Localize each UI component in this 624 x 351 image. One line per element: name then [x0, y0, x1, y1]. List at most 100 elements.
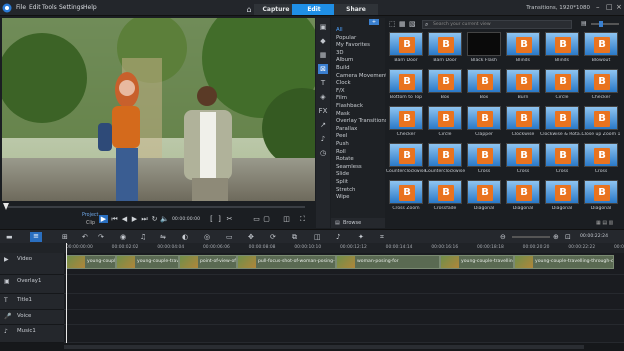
menu-tools[interactable]: Tools — [42, 4, 57, 11]
track-header[interactable]: 🎤 Voice — [0, 310, 64, 325]
transition-thumbnail[interactable]: B — [506, 143, 540, 167]
video-clip[interactable]: young-couple-travelling-thr — [440, 255, 514, 269]
category-item[interactable]: Popular — [336, 35, 356, 41]
split-screen-icon[interactable]: ◫ — [314, 233, 321, 241]
zoom-out-icon[interactable]: ⊖ — [500, 233, 506, 241]
category-item[interactable]: Roll — [336, 149, 346, 155]
filter-icon[interactable]: FX — [318, 106, 328, 116]
tracks-icon[interactable]: ⊞ — [62, 233, 68, 241]
category-item[interactable]: Mask — [336, 111, 350, 117]
import-icon[interactable]: ⬚ — [389, 20, 396, 28]
transition-thumbnail[interactable]: B — [428, 143, 462, 167]
menu-settings[interactable]: Settings — [59, 4, 84, 11]
video-clip[interactable]: young-couple-trave — [66, 255, 116, 269]
maximize-icon[interactable]: □ — [606, 3, 613, 11]
video-media-icon[interactable]: ▦ — [318, 50, 328, 60]
transition-thumbnail[interactable]: B — [428, 106, 462, 130]
minimize-icon[interactable]: – — [596, 3, 600, 11]
volume-icon[interactable]: 🔈 — [160, 215, 169, 223]
repeat-icon[interactable]: ↻ — [150, 215, 159, 223]
menu-edit[interactable]: Edit — [29, 4, 41, 11]
mixer-icon[interactable]: ♫ — [140, 233, 146, 241]
safe-zone-icon[interactable]: ▢ — [262, 215, 271, 223]
title-track-icon[interactable]: T — [4, 297, 8, 304]
category-item[interactable]: Push — [336, 141, 349, 147]
sort-icon[interactable]: ▧ — [409, 20, 416, 28]
snapshot-icon[interactable]: ◫ — [282, 215, 291, 223]
zoom-slider[interactable] — [512, 236, 550, 238]
transition-thumbnail[interactable]: B — [506, 69, 540, 93]
transition-thumbnail[interactable]: B — [584, 32, 618, 56]
timeline-view-icon[interactable]: ≡ — [30, 232, 42, 242]
category-item[interactable]: 3D — [336, 50, 344, 56]
redo-icon[interactable]: ↷ — [98, 233, 104, 241]
video-clip[interactable]: young-couple-travelling-through-city — [514, 255, 614, 269]
category-item[interactable]: Wipe — [336, 194, 349, 200]
view-icon[interactable]: ▤ — [581, 20, 587, 27]
music-track-icon[interactable]: ♪ — [4, 328, 8, 335]
track-header[interactable]: ♪ Music1 — [0, 325, 64, 343]
audio-ducking-icon[interactable]: ♪ — [336, 233, 340, 241]
fx-icon[interactable]: ✦ — [358, 233, 364, 241]
fullscreen-icon[interactable]: ⛶ — [298, 215, 307, 224]
timeline-scrollbar[interactable] — [64, 345, 584, 349]
transition-thumbnail[interactable]: B — [389, 143, 423, 167]
mask-icon[interactable]: ◐ — [182, 233, 188, 241]
motion-icon[interactable]: ⇋ — [160, 233, 166, 241]
transition-thumbnail[interactable]: B — [467, 69, 501, 93]
play-button[interactable]: ▶ — [99, 215, 108, 223]
timeline-playhead[interactable] — [66, 243, 67, 343]
split-icon[interactable]: ✂ — [225, 215, 234, 223]
category-item[interactable]: Slide — [336, 171, 349, 177]
transition-thumbnail[interactable]: B — [506, 106, 540, 130]
voice-track-icon[interactable]: 🎤 — [4, 313, 11, 320]
category-item[interactable]: Camera Movement — [336, 73, 387, 79]
transition-thumbnail[interactable]: B — [584, 106, 618, 130]
transition-icon[interactable]: ⊠ — [318, 64, 328, 74]
category-item[interactable]: Overlay Transitions — [336, 118, 388, 124]
transition-thumbnail[interactable]: B — [467, 180, 501, 204]
transition-thumbnail[interactable]: B — [545, 180, 579, 204]
path-icon[interactable]: ↗ — [318, 120, 328, 130]
aspect-icon[interactable]: ▭ — [252, 215, 261, 223]
instant-project-icon[interactable]: ◆ — [318, 36, 328, 46]
video-clip[interactable]: point-of-view-of- — [179, 255, 237, 269]
track-lane[interactable] — [64, 275, 624, 294]
search-input[interactable]: ⌕ Search your current view — [422, 20, 572, 29]
transition-thumbnail[interactable]: B — [545, 143, 579, 167]
category-item[interactable]: Seamless — [336, 164, 362, 170]
zoom-in-icon[interactable]: ⊕ — [553, 233, 559, 241]
transition-thumbnail[interactable]: B — [389, 32, 423, 56]
next-frame-icon[interactable]: ▶ — [130, 215, 139, 223]
close-icon[interactable]: × — [616, 3, 622, 11]
category-item[interactable]: Album — [336, 57, 353, 63]
category-item[interactable]: Split — [336, 179, 348, 185]
add-category-button[interactable]: + — [369, 19, 379, 25]
video-clip[interactable]: pull-focus-shot-of-woman-posing-and-man-… — [237, 255, 336, 269]
media-icon[interactable]: ▣ — [318, 22, 328, 32]
thumbnail-size-slider[interactable] — [591, 21, 619, 27]
mark-out-icon[interactable]: ] — [215, 215, 224, 223]
transition-thumbnail[interactable]: B — [389, 180, 423, 204]
undo-icon[interactable]: ↶ — [82, 233, 88, 241]
category-item[interactable]: Stretch — [336, 187, 355, 193]
title-icon[interactable]: T — [318, 78, 328, 88]
category-item[interactable]: All — [336, 27, 343, 33]
transition-thumbnail[interactable] — [467, 32, 501, 56]
track-lane[interactable] — [64, 325, 624, 343]
view-toggle-icons[interactable]: ▦ ▤ ▥ — [596, 220, 613, 226]
transition-thumbnail[interactable]: B — [467, 106, 501, 130]
fit-icon[interactable]: ⊡ — [565, 233, 571, 241]
tab-share[interactable]: Share — [334, 4, 378, 15]
transition-thumbnail[interactable]: B — [506, 180, 540, 204]
category-item[interactable]: Film — [336, 95, 347, 101]
category-item[interactable]: Parallax — [336, 126, 357, 132]
player-timecode[interactable]: 00:00:00:00 — [172, 217, 200, 222]
category-item[interactable]: Build — [336, 65, 350, 71]
transition-thumbnail[interactable]: B — [545, 32, 579, 56]
transition-thumbnail[interactable]: B — [428, 180, 462, 204]
mode-clip[interactable]: Clip — [86, 221, 95, 226]
graphics-icon[interactable]: ◈ — [318, 92, 328, 102]
transition-thumbnail[interactable]: B — [428, 69, 462, 93]
filter-grid-icon[interactable]: ▦ — [399, 20, 406, 28]
